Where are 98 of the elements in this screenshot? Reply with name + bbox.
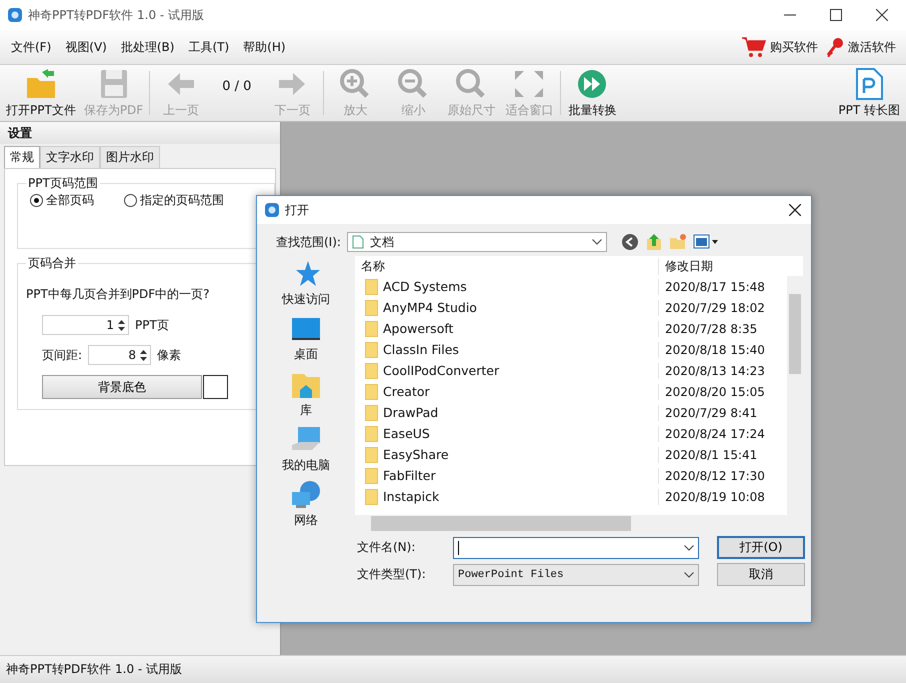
date-cell-text: 2020/8/1 15:41 <box>664 448 758 462</box>
menu-item[interactable]: 工具(T) <box>183 38 234 56</box>
menu-action-link[interactable]: 购买软件 <box>770 38 818 56</box>
folder-icon <box>365 488 378 504</box>
file-list-item[interactable]: CoolIPodConverter <box>355 362 659 378</box>
group-title: 页码合并 <box>27 255 77 272</box>
file-list-item[interactable]: AnyMP4 Studio <box>355 300 659 316</box>
close-icon[interactable] <box>876 9 888 21</box>
folder-icon <box>365 300 378 316</box>
date-cell-text: 2020/8/13 14:23 <box>664 364 765 378</box>
places-item[interactable]: 桌面 <box>290 311 322 366</box>
page-counter: 0 / 0 <box>221 78 252 96</box>
field-label: 文件类型(T): <box>357 566 427 583</box>
question-text: PPT中每几页合并到PDF中的一页? <box>26 286 211 303</box>
folder-icon <box>365 362 378 378</box>
menu-item[interactable]: 帮助(H) <box>238 38 291 56</box>
up-folder-icon[interactable] <box>644 233 663 251</box>
file-list-item[interactable]: EaseUS <box>355 426 659 442</box>
toolbar-button[interactable]: 批量转换 <box>563 65 622 121</box>
tab[interactable]: 文字水印 <box>40 146 100 168</box>
unit-label: 像素 <box>157 346 182 364</box>
chevron-down-icon[interactable] <box>684 544 694 550</box>
file-list-item[interactable]: Instapick <box>355 488 659 504</box>
folder-icon <box>365 468 378 484</box>
folder-icon <box>365 342 378 358</box>
date-cell-text: 2020/7/29 18:02 <box>664 300 765 314</box>
date-cell-text: 2020/8/18 15:40 <box>664 342 765 356</box>
folder-icon <box>365 404 378 420</box>
folder-icon <box>365 426 378 442</box>
dialog-title: 打开 <box>285 202 309 218</box>
status-text: 神奇PPT转PDF软件 1.0 - 试用版 <box>0 655 906 683</box>
radio-option[interactable]: 全部页码 <box>30 192 94 209</box>
folder-icon <box>365 278 378 294</box>
close-icon[interactable] <box>789 204 801 216</box>
open-button[interactable]: 打开(O) <box>717 536 805 559</box>
file-name-field[interactable] <box>453 536 699 558</box>
color-swatch[interactable] <box>203 375 228 399</box>
maximize-icon[interactable] <box>830 9 842 21</box>
look-in-dropdown[interactable]: 文档 <box>346 232 607 252</box>
number-spinner[interactable]: 1 <box>42 315 129 335</box>
app-icon <box>265 203 279 217</box>
unit-label: PPT页 <box>135 316 169 334</box>
number-spinner[interactable]: 8 <box>88 345 152 365</box>
field-label: 页间距: <box>42 346 82 364</box>
app-icon <box>8 8 22 22</box>
document-icon <box>352 235 364 249</box>
toolbar-button[interactable]: PPT 转长图 <box>834 65 904 121</box>
date-cell-text: 2020/8/24 17:24 <box>664 426 765 440</box>
date-cell-text: 2020/8/20 15:05 <box>664 384 765 398</box>
background-color-button[interactable]: 背景底色 <box>42 375 202 399</box>
spinner-arrows-icon[interactable] <box>118 320 125 330</box>
cart-icon <box>742 36 766 58</box>
radio-option[interactable]: 指定的页码范围 <box>124 192 224 209</box>
tab[interactable]: 常规 <box>4 146 40 168</box>
tab[interactable]: 图片水印 <box>100 146 160 168</box>
field-label: 文件名(N): <box>357 539 416 556</box>
menu-item[interactable]: 批处理(B) <box>116 38 180 56</box>
radio-button[interactable] <box>30 194 43 207</box>
places-item[interactable]: 网络 <box>290 476 322 532</box>
date-cell-text: 2020/8/12 17:30 <box>664 468 765 482</box>
date-cell-text: 2020/7/28 8:35 <box>664 322 758 336</box>
file-list-item[interactable]: FabFilter <box>355 468 659 484</box>
menu-action-link[interactable]: 激活软件 <box>848 38 896 56</box>
toolbar-button[interactable]: 打开PPT文件 <box>2 65 80 121</box>
chevron-down-icon[interactable] <box>592 239 602 245</box>
folder-icon <box>365 446 378 462</box>
view-menu-icon[interactable] <box>692 234 719 250</box>
key-icon <box>826 37 844 57</box>
date-cell-text: 2020/8/19 10:08 <box>664 490 765 504</box>
places-item[interactable]: 我的电脑 <box>282 422 330 477</box>
panel-title: 设置 <box>0 122 280 144</box>
column-header[interactable]: 修改日期 <box>659 258 713 274</box>
document-icon <box>854 68 884 100</box>
group-title: PPT页码范围 <box>27 175 99 192</box>
date-cell-text: 2020/8/17 15:48 <box>664 280 765 294</box>
folder-icon <box>365 320 378 336</box>
folder-icon <box>365 384 378 400</box>
date-cell-text: 2020/7/29 8:41 <box>664 406 758 420</box>
menu-item[interactable]: 文件(F) <box>6 38 56 56</box>
file-type-dropdown[interactable]: PowerPoint Files <box>453 564 699 586</box>
column-header[interactable]: 名称 <box>355 258 659 274</box>
cancel-button[interactable]: 取消 <box>717 563 805 586</box>
radio-button[interactable] <box>124 194 137 207</box>
file-list-item[interactable]: Apowersoft <box>355 320 659 336</box>
chevron-down-icon[interactable] <box>684 572 694 578</box>
spinner-arrows-icon[interactable] <box>140 350 148 360</box>
file-list-item[interactable]: ACD Systems <box>355 278 659 294</box>
file-list-item[interactable]: ClassIn Files <box>355 342 659 358</box>
places-item[interactable]: 快速访问 <box>282 256 330 312</box>
file-list-item[interactable]: Creator <box>355 384 659 400</box>
back-icon[interactable] <box>620 233 639 251</box>
places-item[interactable]: 库 <box>290 366 322 422</box>
file-list-item[interactable]: DrawPad <box>355 404 659 420</box>
file-list-item[interactable]: EasyShare <box>355 446 659 462</box>
window-title: 神奇PPT转PDF软件 1.0 - 试用版 <box>28 6 204 24</box>
menu-item[interactable]: 视图(V) <box>60 38 112 56</box>
field-label: 查找范围(I): <box>276 234 341 250</box>
network-icon <box>290 480 322 510</box>
